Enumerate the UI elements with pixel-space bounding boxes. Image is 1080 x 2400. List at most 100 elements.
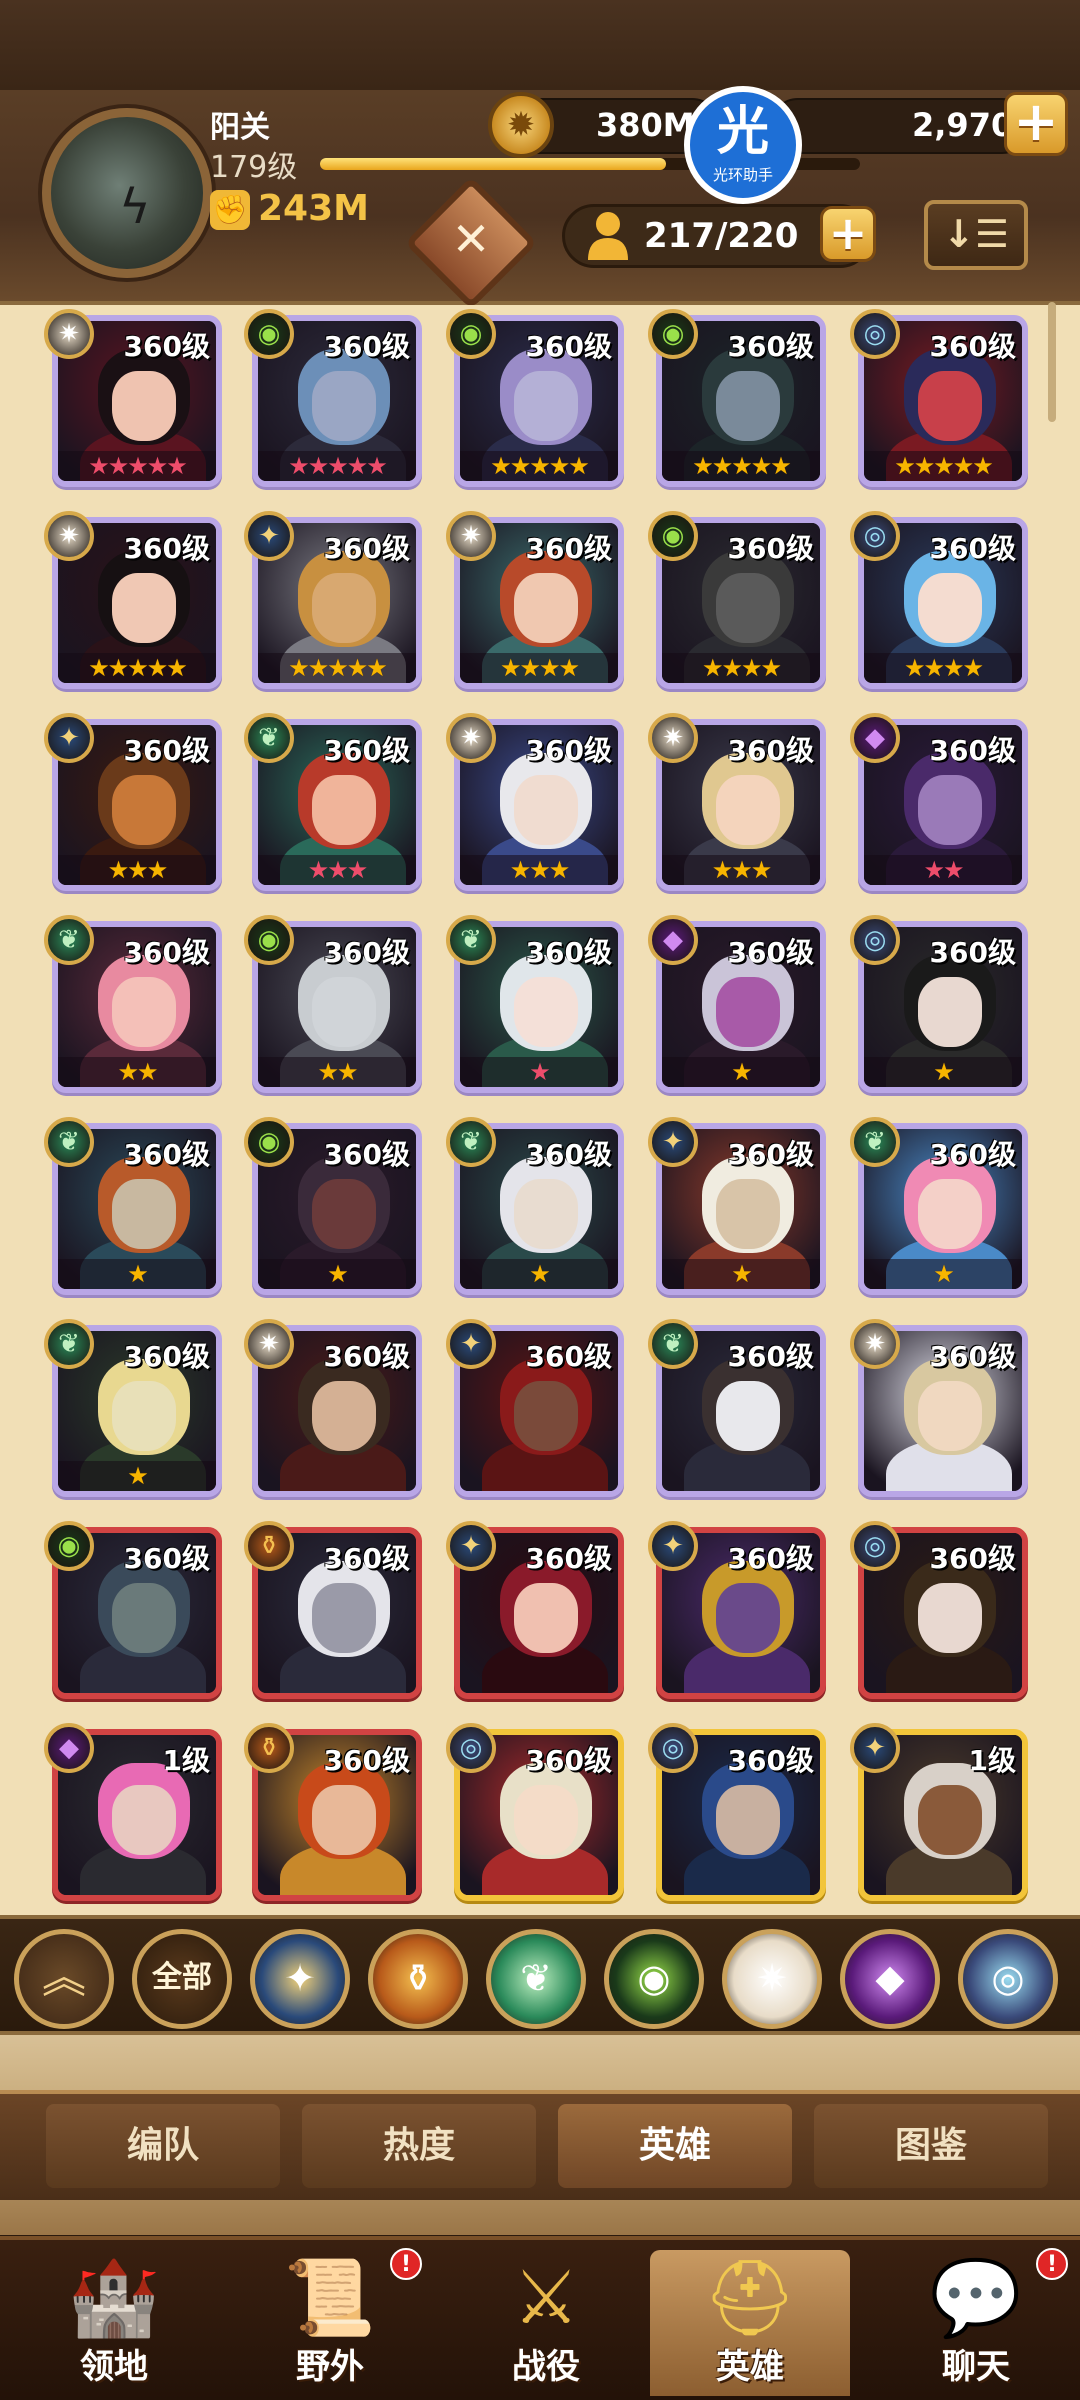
hero-star-rating: ★★ xyxy=(258,1057,416,1087)
hero-star-rating: ★ xyxy=(58,1259,216,1289)
hero-face xyxy=(716,775,780,845)
hero-star-rating: ★ xyxy=(58,1461,216,1491)
dimensional-faction-icon: ◎ xyxy=(648,1723,698,1773)
tab-2[interactable]: 英雄 xyxy=(558,2104,792,2188)
hero-face xyxy=(112,775,176,845)
faction-filter-lightbearer[interactable]: ✦ xyxy=(250,1929,350,2029)
hero-face xyxy=(918,775,982,845)
faction-filter-all[interactable]: 全部 xyxy=(132,1929,232,2029)
faction-filter-mauler[interactable]: ⚱ xyxy=(368,1929,468,2029)
hero-face xyxy=(716,1785,780,1855)
faction-filter-collapse[interactable]: ︽ xyxy=(14,1929,114,2029)
gold-value: 380M xyxy=(596,106,695,144)
faction-filter-hypogean[interactable]: ◆ xyxy=(840,1929,940,2029)
nav-sword-shield[interactable]: ⚔ 战役 xyxy=(446,2250,646,2396)
hypogean-faction-icon: ◆ xyxy=(44,1723,94,1773)
lightbearer-faction-icon: ✦ xyxy=(244,511,294,561)
celestial-faction-icon: ✷ xyxy=(446,511,496,561)
lightbearer-faction-icon: ✦ xyxy=(648,1117,698,1167)
hero-level: 1级 xyxy=(968,1744,1016,1777)
hero-star-rating: ★★ xyxy=(58,1057,216,1087)
tab-3[interactable]: 图鉴 xyxy=(814,2104,1048,2188)
graveborn-faction-icon: ◉ xyxy=(244,915,294,965)
player-avatar[interactable]: ϟ xyxy=(42,108,212,278)
nav-castle[interactable]: 🏰 领地 xyxy=(14,2250,214,2396)
nav-label: 领地 xyxy=(80,2347,148,2387)
hero-level: 360级 xyxy=(323,936,410,969)
faction-filter-dimensional[interactable]: ◎ xyxy=(958,1929,1058,2029)
hero-level: 360级 xyxy=(727,936,814,969)
nav-label: 聊天 xyxy=(942,2347,1010,2387)
tab-1[interactable]: 热度 xyxy=(302,2104,536,2188)
hero-star-rating: ★★★ xyxy=(258,855,416,885)
nav-helmet[interactable]: ⛑ 英雄 xyxy=(650,2250,850,2396)
person-icon xyxy=(588,212,628,260)
hero-star-rating: ★★★ xyxy=(58,855,216,885)
faction-filter-wilder[interactable]: ❦ xyxy=(486,1929,586,2029)
hero-star-rating: ★★★★ xyxy=(662,653,820,683)
notification-badge: ! xyxy=(1036,2248,1068,2280)
hero-level: 360级 xyxy=(929,1542,1016,1575)
hero-level: 360级 xyxy=(525,1340,612,1373)
faction-filter-graveborn[interactable]: ◉ xyxy=(604,1929,704,2029)
hero-count: 217/220 xyxy=(644,216,799,256)
hero-face xyxy=(716,573,780,643)
expand-hero-slots-button[interactable]: + xyxy=(820,206,876,262)
gold-coin-icon: ✹ xyxy=(488,92,554,158)
graveborn-faction-icon: ◉ xyxy=(244,309,294,359)
hero-face xyxy=(716,1381,780,1451)
hero-level: 360级 xyxy=(727,330,814,363)
hero-level: 360级 xyxy=(525,936,612,969)
hero-level: 360级 xyxy=(525,532,612,565)
sword-shield-icon: ⚔ xyxy=(512,2255,580,2341)
lightbearer-faction-icon: ✦ xyxy=(446,1319,496,1369)
hero-level: 360级 xyxy=(727,532,814,565)
xp-bar-fill xyxy=(320,158,666,170)
faction-filter-celestial[interactable]: ✷ xyxy=(722,1929,822,2029)
hero-face xyxy=(716,371,780,441)
hero-level: 360级 xyxy=(123,532,210,565)
crossed-swords-icon: ✕ xyxy=(451,212,491,266)
hero-face xyxy=(918,1179,982,1249)
wilder-faction-icon: ❦ xyxy=(648,1319,698,1369)
dimensional-faction-icon: ◎ xyxy=(850,309,900,359)
castle-icon: 🏰 xyxy=(67,2255,161,2341)
add-gems-button[interactable]: + xyxy=(1004,92,1068,156)
hero-level: 360级 xyxy=(323,1542,410,1575)
watermark-logo: 光 光环助手 xyxy=(684,86,802,204)
hero-star-rating: ★★★★★ xyxy=(58,653,216,683)
celestial-faction-icon: ✷ xyxy=(44,511,94,561)
hero-level: 360级 xyxy=(929,330,1016,363)
hero-star-rating: ★★★ xyxy=(662,855,820,885)
hero-star-rating: ★★★★★ xyxy=(864,451,1022,481)
hero-level: 360级 xyxy=(727,734,814,767)
hero-level: 360级 xyxy=(525,330,612,363)
hero-grid-scrollbar[interactable] xyxy=(1048,302,1056,422)
sort-button[interactable]: ↓☰ xyxy=(924,200,1028,270)
hero-level: 360级 xyxy=(323,1340,410,1373)
hero-face xyxy=(918,371,982,441)
celestial-faction-icon: ✷ xyxy=(648,713,698,763)
nav-label: 战役 xyxy=(512,2347,580,2387)
hero-face xyxy=(514,1381,578,1451)
dimensional-faction-icon: ◎ xyxy=(850,915,900,965)
hero-level: 360级 xyxy=(323,1138,410,1171)
graveborn-faction-icon: ◉ xyxy=(44,1521,94,1571)
graveborn-faction-icon: ◉ xyxy=(446,309,496,359)
graveborn-faction-icon: ◉ xyxy=(648,309,698,359)
hero-level: 360级 xyxy=(929,532,1016,565)
hero-face xyxy=(514,977,578,1047)
hero-level: 360级 xyxy=(323,1744,410,1777)
dimensional-faction-icon: ◎ xyxy=(850,511,900,561)
graveborn-faction-icon: ◉ xyxy=(648,511,698,561)
hero-level: 360级 xyxy=(323,734,410,767)
hero-face xyxy=(112,371,176,441)
hero-star-rating: ★★★★★ xyxy=(58,451,216,481)
hero-face xyxy=(716,977,780,1047)
hero-face xyxy=(312,1381,376,1451)
hero-face xyxy=(312,1785,376,1855)
hero-level: 360级 xyxy=(727,1542,814,1575)
tab-0[interactable]: 编队 xyxy=(46,2104,280,2188)
hero-grid: 360级 ★★★★★ ✷ 360级 ★★★★★ ◉ 360级 ★★★★★ ◉ 360级 ★★★★★ ◉… xyxy=(0,305,1080,1915)
player-power: 243M xyxy=(258,188,369,229)
